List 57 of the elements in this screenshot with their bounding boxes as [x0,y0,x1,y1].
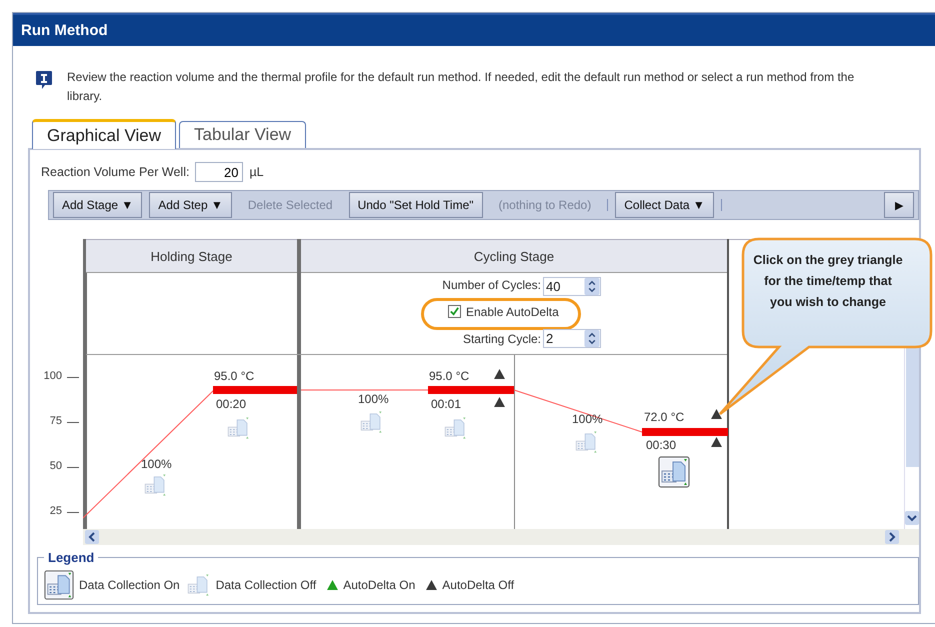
view-tab[interactable]: Tabular View [179,121,306,148]
step-time[interactable]: 00:01 [431,397,462,411]
legend-label: Data Collection On [79,578,180,592]
field-label: Number of Cycles: [441,278,541,292]
horizontal-scrollbar[interactable] [83,529,919,545]
info-icon [35,70,53,90]
toolbar-button[interactable]: Add Step ▼ [149,192,232,218]
callout-text: Click on the grey triangle for the time/temp that you wish to change [753,252,903,311]
axis-label: 75 [48,415,62,427]
toolbar-button[interactable]: Add Stage ▼ [53,192,142,218]
autodelta-triangle-icon[interactable] [494,397,505,407]
step-temperature[interactable]: 72.0 °C [644,410,684,424]
scroll-left-button[interactable] [85,530,99,544]
tick-mark [67,467,79,468]
legend-label: AutoDelta On [343,578,416,592]
autodelta-triangle-icon[interactable] [711,409,722,419]
instruction-text: Review the reaction volume and the thermal profile for the default run method. If needed, edit the default run method or select a run method from the library. [67,69,856,105]
autodelta-triangle-icon[interactable] [711,437,722,447]
axis-label: 100 [42,370,62,382]
step-time[interactable]: 00:30 [646,438,676,452]
field-label: Reaction Volume Per Well: [41,165,190,179]
cycles-spinner[interactable]: 40 [543,277,601,296]
step-temperature[interactable]: 95.0 °C [214,369,254,383]
window-title: Run Method [21,22,108,39]
field-label: Starting Cycle: [462,332,541,346]
legend-label: Data Collection Off [216,578,316,592]
toolbar-button[interactable]: Collect Data ▼ [615,192,714,218]
stage-header[interactable]: Cycling Stage [301,239,727,273]
scroll-right-button[interactable] [885,530,899,544]
autodelta-checkbox[interactable] [448,305,461,318]
stage-header[interactable]: Holding Stage [86,239,297,273]
triangle-icon [426,580,438,590]
axis-label: 50 [48,460,62,472]
ramp-rate: 100% [572,412,603,426]
scroll-down-button[interactable] [905,511,919,525]
legend-title: Legend [47,550,96,565]
toolbar-button[interactable]: Undo "Set Hold Time" [348,192,482,218]
tick-mark [67,377,79,378]
triangle-icon [327,580,338,590]
more-button[interactable]: ▶ [884,192,914,218]
ramp-rate: 100% [141,457,172,471]
tick-mark [67,422,79,423]
hold-bar[interactable] [213,386,297,394]
data-collection-icon [44,570,74,600]
step-time[interactable]: 00:20 [216,397,246,411]
axis-label: 25 [48,505,62,517]
tick-mark [67,512,79,513]
step-temperature[interactable]: 95.0 °C [429,369,470,383]
legend-label: AutoDelta Off [442,578,514,592]
ramp-rate: 100% [358,392,389,406]
autodelta-triangle-icon[interactable] [494,369,505,379]
volume-field[interactable]: 20 [195,162,244,182]
unit-label: µL [249,165,264,179]
data-collection-icon[interactable] [658,456,690,488]
starting-cycle-spinner[interactable]: 2 [543,329,601,348]
view-tab[interactable]: Graphical View [32,119,176,149]
checkbox-label: Enable AutoDelta [466,305,559,319]
